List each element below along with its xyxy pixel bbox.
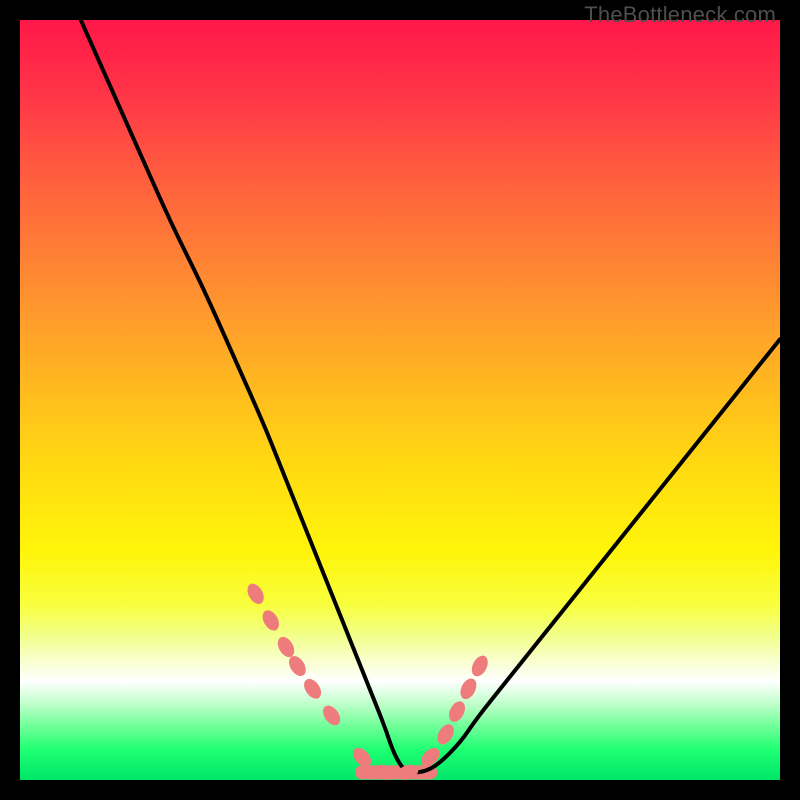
chart-frame: TheBottleneck.com <box>0 0 800 800</box>
marker-point <box>301 676 325 702</box>
bottleneck-curve <box>81 20 780 772</box>
plot-area <box>20 20 780 780</box>
watermark-text: TheBottleneck.com <box>584 2 776 28</box>
chart-svg <box>20 20 780 780</box>
marker-point <box>446 699 468 725</box>
marker-point <box>244 581 267 607</box>
marker-point <box>259 607 282 633</box>
marker-point <box>469 653 491 679</box>
marker-point <box>319 702 343 728</box>
marker-point <box>434 721 457 747</box>
marker-point <box>457 676 479 702</box>
